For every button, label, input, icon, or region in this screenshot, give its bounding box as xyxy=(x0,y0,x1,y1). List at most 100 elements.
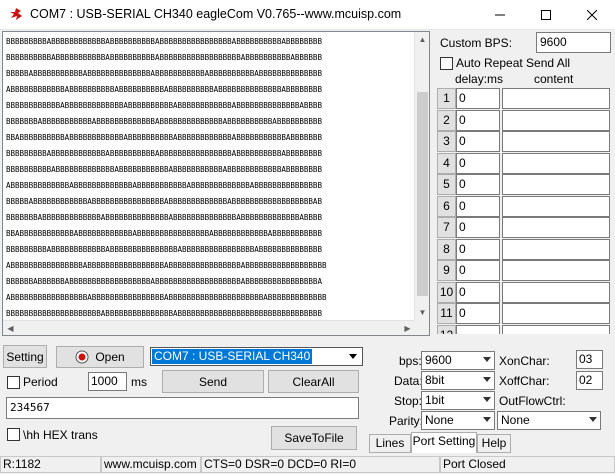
title-bar[interactable]: COM7 : USB-SERIAL CH340 eagleCom V0.765-… xyxy=(0,0,615,30)
save-to-file-button[interactable]: SaveToFile xyxy=(271,426,357,450)
delay-input[interactable]: 0 xyxy=(456,88,500,109)
delay-input[interactable]: 0 xyxy=(456,109,500,131)
send-row-button[interactable]: 3 xyxy=(437,131,456,152)
open-button[interactable]: Open xyxy=(56,346,144,368)
period-checkbox[interactable] xyxy=(7,376,20,389)
chevron-down-icon[interactable] xyxy=(345,349,361,364)
delay-input[interactable] xyxy=(456,324,500,334)
data-bits-select[interactable]: 8bit xyxy=(421,371,495,390)
content-input[interactable] xyxy=(502,131,610,152)
scroll-thumb[interactable] xyxy=(417,92,428,296)
xoffchar-label: XoffChar: xyxy=(499,374,550,388)
receive-vertical-scrollbar[interactable]: ▲ ▼ xyxy=(414,32,429,320)
clear-all-button[interactable]: ClearAll xyxy=(268,370,359,393)
content-input[interactable] xyxy=(502,88,610,109)
multi-send-row[interactable]: 40 xyxy=(437,152,612,175)
xoffchar-input[interactable]: 02 xyxy=(576,371,603,390)
tab-lines[interactable]: Lines xyxy=(369,434,411,453)
receive-horizontal-scrollbar[interactable]: ◀ ▶ xyxy=(3,320,415,335)
bps-select[interactable]: 9600 xyxy=(421,351,495,370)
parity-value: None xyxy=(425,413,454,427)
multi-send-row[interactable]: 10 0 xyxy=(437,281,612,304)
content-input[interactable] xyxy=(502,303,610,324)
hex-trans-label: \hh HEX trans xyxy=(23,428,98,442)
period-label: Period xyxy=(23,375,58,389)
receive-line: ABBBBBBBBBBBBABBBBBBBBBBABBBBBBBBBBABBBB… xyxy=(6,85,322,94)
delay-input[interactable]: 0 xyxy=(456,195,500,217)
maximize-button[interactable] xyxy=(523,0,569,30)
content-input[interactable] xyxy=(502,324,610,334)
rx-count: R:1182 xyxy=(0,456,101,473)
content-input[interactable] xyxy=(502,109,610,131)
content-input[interactable] xyxy=(502,217,610,238)
delay-input[interactable]: 0 xyxy=(456,217,500,238)
content-header: content xyxy=(534,72,574,86)
send-row-button[interactable]: 5 xyxy=(437,174,456,195)
send-row-button[interactable]: 9 xyxy=(437,260,456,281)
receive-text: BBBBBBBBBABBBBBBBBBBBBABBBBBBBBBBABBBBBB… xyxy=(6,34,418,335)
send-row-button[interactable]: 8 xyxy=(437,238,456,260)
tab-help[interactable]: Help xyxy=(477,434,511,453)
send-row-button[interactable]: 2 xyxy=(437,109,456,131)
custom-bps-input[interactable]: 9600 xyxy=(536,32,611,53)
content-input[interactable] xyxy=(502,281,610,303)
multi-send-row[interactable]: 20 xyxy=(437,109,612,132)
delay-input[interactable]: 0 xyxy=(456,152,500,174)
parity-select[interactable]: None xyxy=(421,411,495,430)
period-input[interactable]: 1000 xyxy=(88,372,127,391)
period-unit: ms xyxy=(131,375,147,389)
send-row-button[interactable]: 4 xyxy=(437,152,456,174)
multi-send-row[interactable]: 12 xyxy=(437,324,612,334)
delay-input[interactable]: 0 xyxy=(456,174,500,195)
multi-send-row[interactable]: 90 xyxy=(437,260,612,282)
hex-trans-checkbox[interactable] xyxy=(7,428,20,441)
scroll-up-icon[interactable]: ▲ xyxy=(415,32,429,47)
send-row-button[interactable]: 7 xyxy=(437,217,456,238)
delay-input[interactable]: 0 xyxy=(456,131,500,152)
multi-send-row[interactable]: 10 xyxy=(437,88,612,110)
send-row-button[interactable]: 11 xyxy=(437,303,456,324)
stop-bits-select[interactable]: 1bit xyxy=(421,391,495,410)
website-link[interactable]: www.mcuisp.com xyxy=(101,456,201,473)
content-input[interactable] xyxy=(502,260,610,281)
multi-send-row[interactable]: 11 0 xyxy=(437,303,612,325)
multi-send-row[interactable]: 60 xyxy=(437,195,612,218)
scroll-left-icon[interactable]: ◀ xyxy=(3,321,18,335)
tab-port-setting[interactable]: Port Setting xyxy=(411,432,477,453)
content-input[interactable] xyxy=(502,174,610,195)
send-row-button[interactable]: 6 xyxy=(437,195,456,217)
multi-send-list[interactable]: 10203040506070809010011012 xyxy=(437,88,612,334)
content-input[interactable] xyxy=(502,238,610,260)
receive-area[interactable]: BBBBBBBBBABBBBBBBBBBBBABBBBBBBBBBABBBBBB… xyxy=(2,31,430,336)
outflowctrl-value: None xyxy=(501,413,530,427)
receive-line: BBABBBBBBBBBBABBBBBBBBBBBBABBBBBBBBBBABB… xyxy=(6,133,322,142)
delay-input[interactable]: 0 xyxy=(456,303,500,324)
multi-send-row[interactable]: 70 xyxy=(437,217,612,239)
content-input[interactable] xyxy=(502,152,610,174)
content-input[interactable] xyxy=(502,195,610,217)
send-row-button[interactable]: 1 xyxy=(437,88,456,109)
outflowctrl-select[interactable]: None xyxy=(497,411,601,430)
delay-input[interactable]: 0 xyxy=(456,238,500,260)
send-row-button[interactable]: 10 xyxy=(437,281,456,303)
auto-repeat-checkbox[interactable] xyxy=(440,57,453,70)
xonchar-input[interactable]: 03 xyxy=(576,350,603,369)
send-row-button[interactable]: 12 xyxy=(437,324,456,334)
port-select[interactable]: COM7 : USB-SERIAL CH340 xyxy=(150,347,363,366)
delay-input[interactable]: 0 xyxy=(456,260,500,281)
multi-send-row[interactable]: 30 xyxy=(437,131,612,153)
close-button[interactable] xyxy=(569,0,615,30)
multi-send-row[interactable]: 80 xyxy=(437,238,612,261)
scroll-right-icon[interactable]: ▶ xyxy=(400,321,415,335)
setting-button[interactable]: Setting xyxy=(3,345,47,368)
minimize-button[interactable] xyxy=(477,0,523,30)
minimize-icon xyxy=(495,14,505,16)
send-button[interactable]: Send xyxy=(162,370,264,393)
multi-send-row[interactable]: 50 xyxy=(437,174,612,196)
delay-input[interactable]: 0 xyxy=(456,281,500,303)
send-input[interactable]: 234567 xyxy=(6,397,359,419)
chevron-down-icon xyxy=(483,397,491,402)
outflowctrl-label: OutFlowCtrl: xyxy=(499,394,566,408)
data-bits-value: 8bit xyxy=(425,373,445,387)
scroll-down-icon[interactable]: ▼ xyxy=(415,305,429,320)
